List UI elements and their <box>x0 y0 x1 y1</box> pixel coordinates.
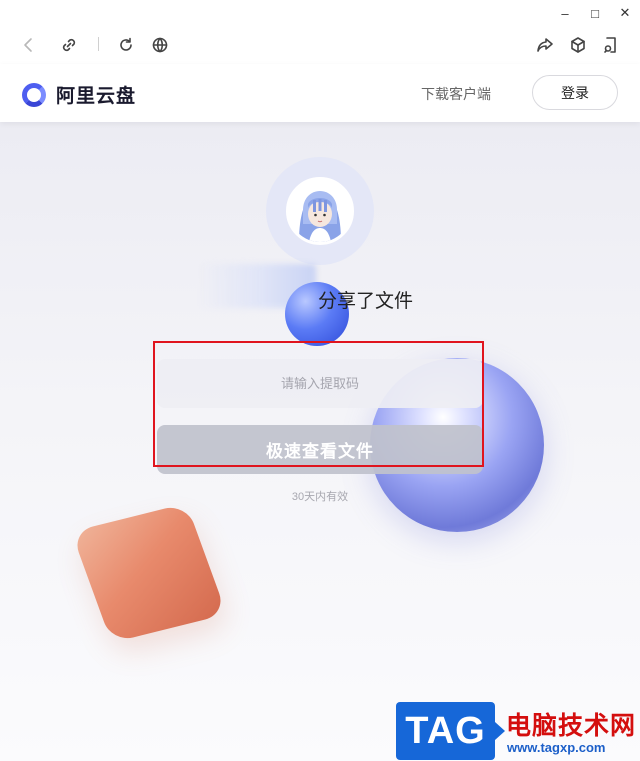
watermark-title: 电脑技术网 <box>506 712 637 740</box>
minimize-icon[interactable]: – <box>550 0 580 26</box>
avatar <box>286 177 354 245</box>
avatar-icon <box>289 180 351 242</box>
watermark-url: www.tagxp.com <box>507 740 606 755</box>
watermark-tag-logo: TAG <box>396 702 505 760</box>
screenshot-icon[interactable] <box>600 34 622 56</box>
download-client-link[interactable]: 下载客户端 <box>421 84 491 104</box>
brand-name: 阿里云盘 <box>56 86 137 107</box>
cube-icon[interactable] <box>567 34 589 56</box>
site-header: 阿里云盘 下载客户端 登录 <box>0 64 640 122</box>
extraction-code-input[interactable] <box>157 359 483 408</box>
decorative-cube <box>71 503 227 643</box>
window-controls: – □ ✕ <box>550 0 640 26</box>
globe-icon[interactable] <box>149 34 171 56</box>
validity-note: 30天内有效 <box>291 491 349 503</box>
share-page: 分享了文件 极速查看文件 30天内有效 <box>0 122 640 761</box>
browser-toolbar <box>0 26 640 64</box>
login-button[interactable]: 登录 <box>532 75 618 110</box>
brand-logo[interactable]: 阿里云盘 <box>22 81 136 108</box>
link-icon[interactable] <box>58 34 80 56</box>
share-message: 分享了文件 <box>318 291 414 312</box>
view-file-button[interactable]: 极速查看文件 <box>157 425 483 474</box>
share-icon[interactable] <box>534 34 556 56</box>
refresh-icon[interactable] <box>115 34 137 56</box>
back-icon[interactable] <box>18 34 40 56</box>
maximize-icon[interactable]: □ <box>580 0 610 26</box>
toolbar-divider <box>98 37 99 51</box>
close-icon[interactable]: ✕ <box>610 0 640 26</box>
watermark: TAG 电脑技术网 www.tagxp.com <box>396 700 640 761</box>
aliyun-drive-logo-icon <box>22 82 46 107</box>
